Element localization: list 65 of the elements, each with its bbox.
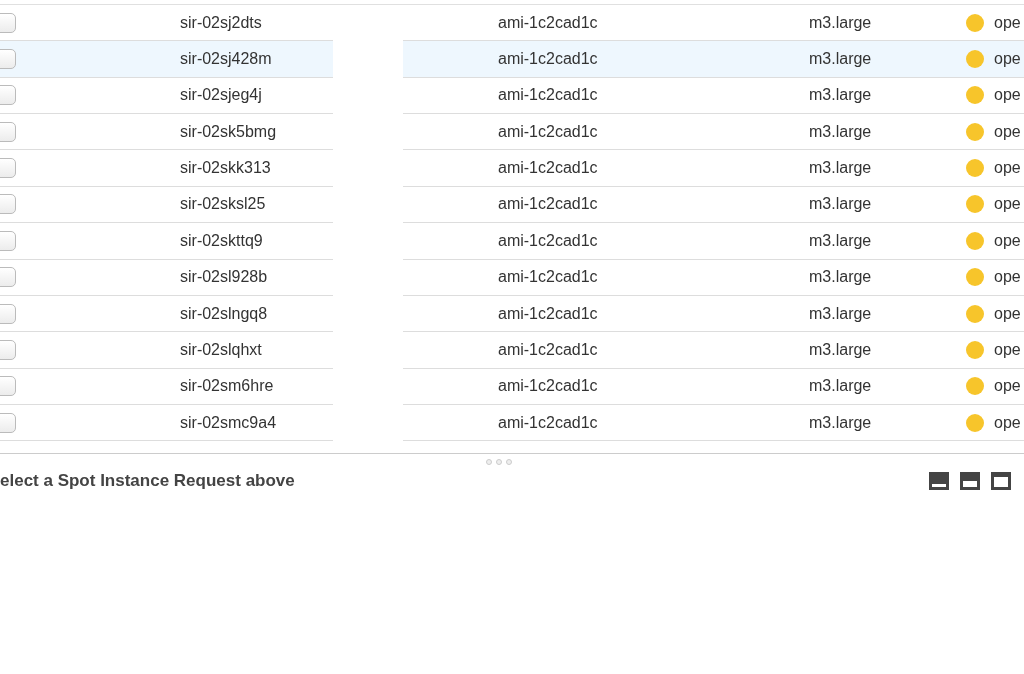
request-id: sir-02slngq8 xyxy=(180,304,268,323)
row-checkbox[interactable] xyxy=(0,49,16,70)
ami-id: ami-1c2cad1c xyxy=(498,122,599,141)
row-checkbox[interactable] xyxy=(0,194,16,215)
row-checkbox[interactable] xyxy=(0,158,16,179)
ami-id: ami-1c2cad1c xyxy=(498,340,599,359)
request-id: sir-02sm6hre xyxy=(180,377,274,396)
row-checkbox[interactable] xyxy=(0,12,16,33)
ami-id: ami-1c2cad1c xyxy=(498,304,599,323)
ami-id: ami-1c2cad1c xyxy=(498,13,599,32)
row-checkbox[interactable] xyxy=(0,85,16,106)
request-id: sir-02sl928b xyxy=(180,268,268,287)
status-text: ope xyxy=(994,304,1021,323)
ami-id: ami-1c2cad1c xyxy=(498,231,599,250)
details-message: elect a Spot Instance Request above xyxy=(0,471,296,491)
request-id: sir-02skk313 xyxy=(180,159,271,178)
status-text: ope xyxy=(994,86,1021,105)
row-checkbox[interactable] xyxy=(0,267,16,288)
ami-id: ami-1c2cad1c xyxy=(498,86,599,105)
instance-type: m3.large xyxy=(809,122,873,141)
ami-id: ami-1c2cad1c xyxy=(498,195,599,214)
request-id: sir-02sksl25 xyxy=(180,195,266,214)
panel-half-icon[interactable] xyxy=(960,472,980,490)
instance-type: m3.large xyxy=(809,86,873,105)
instance-type: m3.large xyxy=(809,413,873,432)
ami-id: ami-1c2cad1c xyxy=(498,159,599,178)
instance-type: m3.large xyxy=(809,13,873,32)
panel-full-icon[interactable] xyxy=(991,472,1011,490)
resize-handle[interactable] xyxy=(486,459,512,465)
status-text: ope xyxy=(994,13,1021,32)
ami-id: ami-1c2cad1c xyxy=(498,413,599,432)
row-checkbox[interactable] xyxy=(0,339,16,360)
status-text: ope xyxy=(994,159,1021,178)
ami-id: ami-1c2cad1c xyxy=(498,377,599,396)
row-checkbox[interactable] xyxy=(0,303,16,324)
status-text: ope xyxy=(994,268,1021,287)
request-id: sir-02sk5bmg xyxy=(180,122,277,141)
ami-id: ami-1c2cad1c xyxy=(498,268,599,287)
instance-type: m3.large xyxy=(809,377,873,396)
status-text: ope xyxy=(994,231,1021,250)
instance-type: m3.large xyxy=(809,231,873,250)
request-id: sir-02smc9a4 xyxy=(180,413,277,432)
request-id: sir-02sj428m xyxy=(180,50,272,69)
instance-type: m3.large xyxy=(809,340,873,359)
status-text: ope xyxy=(994,50,1021,69)
instance-type: m3.large xyxy=(809,304,873,323)
request-id: sir-02skttq9 xyxy=(180,231,263,250)
row-checkbox[interactable] xyxy=(0,412,16,433)
row-checkbox[interactable] xyxy=(0,121,16,142)
status-text: ope xyxy=(994,413,1021,432)
instance-type: m3.large xyxy=(809,268,873,287)
request-id: sir-02slqhxt xyxy=(180,340,262,359)
status-text: ope xyxy=(994,377,1021,396)
instance-type: m3.large xyxy=(809,195,873,214)
row-checkbox[interactable] xyxy=(0,230,16,251)
status-text: ope xyxy=(994,195,1021,214)
request-id: sir-02sj2dts xyxy=(180,13,262,32)
panel-small-icon[interactable] xyxy=(929,472,949,490)
request-id: sir-02sjeg4j xyxy=(180,86,262,105)
instance-type: m3.large xyxy=(809,159,873,178)
instance-type: m3.large xyxy=(809,50,873,69)
status-text: ope xyxy=(994,340,1021,359)
status-text: ope xyxy=(994,122,1021,141)
row-checkbox[interactable] xyxy=(0,376,16,397)
ami-id: ami-1c2cad1c xyxy=(498,50,599,69)
